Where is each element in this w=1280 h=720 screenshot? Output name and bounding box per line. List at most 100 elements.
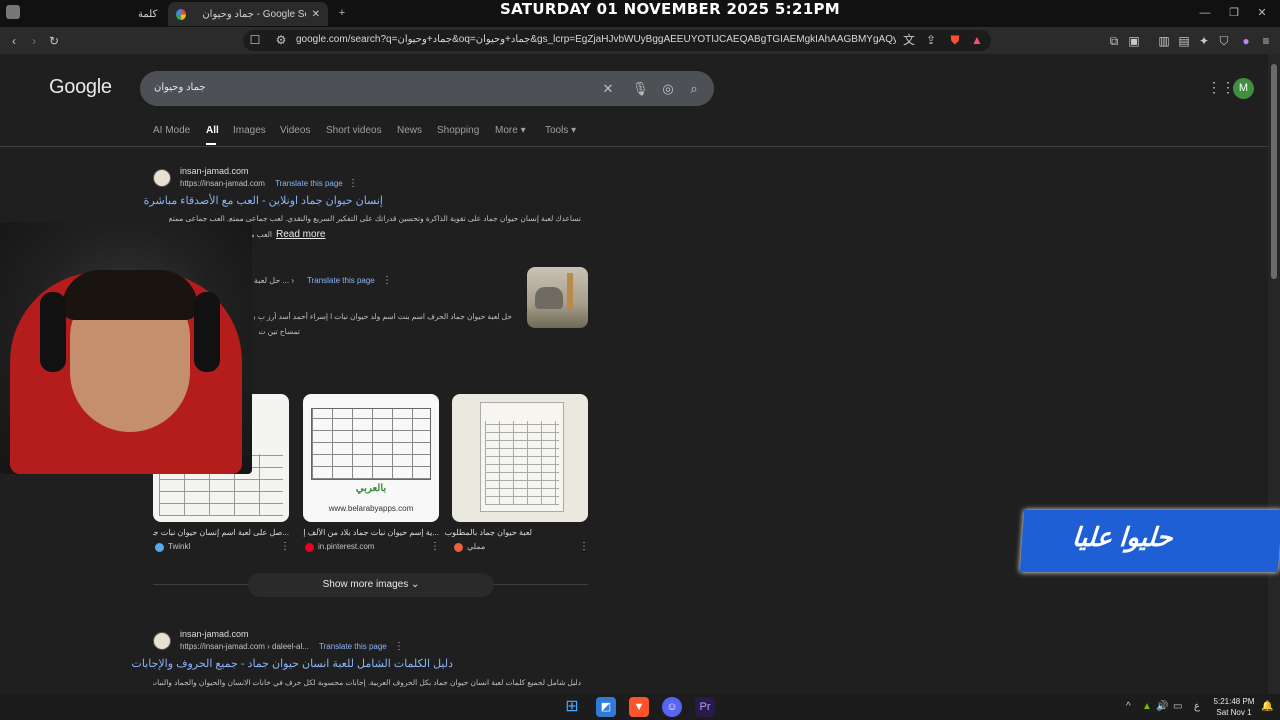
image-caption[interactable]: ...صل على لعبة اسم إنسان حيوان نبات جماد [153,528,289,537]
image-caption[interactable]: لعبة حيوان جماد بالمطلوب [445,528,532,537]
maximize-icon[interactable]: ❐ [1225,5,1243,21]
forward-icon[interactable]: › [26,33,42,49]
result-options-icon[interactable]: ⋮ [394,641,404,652]
image-source[interactable]: مملي [467,542,485,551]
tab-close-icon[interactable]: ✕ [312,9,320,20]
google-logo[interactable]: Google [49,76,112,99]
input-language[interactable]: ع [1194,701,1200,712]
result-title[interactable]: إنسان حيوان جماد اونلاين - العب مع الأصد… [144,194,383,207]
translate-link[interactable]: Translate this page [319,642,387,651]
tab-ai-mode[interactable]: AI Mode [153,125,190,136]
search-query[interactable]: جماد وحيوان [154,82,206,93]
result-url[interactable]: حل لعبة ... › [254,276,304,285]
translate-link[interactable]: Translate this page [275,179,343,188]
tab-all[interactable]: All [206,125,219,136]
watermark-url: www.belarabyapps.com [328,504,414,513]
site-info-icon[interactable]: ⚙ [273,32,289,48]
image-options-icon[interactable]: ⋮ [430,541,440,552]
browser-tab-bar: كلمة جماد وحيوان - Google Search ✕ + SAT… [0,0,1280,27]
tab-tools[interactable]: Tools ▾ [545,125,576,136]
nvidia-icon[interactable]: ▲ [1142,701,1152,712]
search-icon[interactable]: ⌕ [686,81,702,97]
lens-icon[interactable]: ◎ [660,81,676,97]
hair-shape [62,270,198,320]
reload-icon[interactable]: ↻ [46,33,62,49]
back-icon[interactable]: ‹ [6,33,22,49]
windows-start-icon[interactable]: ⊞ [562,697,582,717]
page-scrollbar[interactable] [1268,54,1280,694]
table-grid [311,408,431,480]
result-snippet-line2: تمساح تين ت [258,327,300,336]
avatar[interactable]: M [1233,78,1254,99]
bookmark-icon[interactable]: ☐ [247,32,263,48]
menu-icon[interactable]: ≡ [1258,33,1274,49]
voice-search-icon[interactable]: 🎙 [632,81,649,97]
close-window-icon[interactable]: ✕ [1253,5,1271,21]
tab-short-videos[interactable]: Short videos [326,125,382,136]
scrollbar-thumb[interactable] [1271,64,1277,279]
translate-link[interactable]: Translate this page [307,276,375,285]
tab-shopping[interactable]: Shopping [437,125,479,136]
brave-rewards-icon[interactable]: ▲ [969,32,985,48]
clear-icon[interactable]: ✕ [600,81,616,97]
address-bar[interactable]: ☐ ⚙ google.com/search?q=جماد+وحيوان&oq=ج… [243,30,991,51]
result-title[interactable]: دليل الكلمات الشامل للعبة انسان حيوان جم… [131,657,453,670]
result-options-icon[interactable]: ⋮ [348,178,358,189]
wallet-icon[interactable]: ▤ [1176,33,1192,49]
result-url[interactable]: https://insan-jamad.com [180,179,265,188]
tab-videos[interactable]: Videos [280,125,310,136]
minimize-icon[interactable]: — [1196,5,1214,21]
site-favicon-icon [153,169,171,187]
file-explorer-icon[interactable]: ◩ [596,697,616,717]
tab-more[interactable]: More ▾ [495,125,526,136]
tab-label: كلمة [138,8,158,20]
image-source[interactable]: Twinkl [168,542,190,551]
result-options-icon[interactable]: ⋮ [382,275,392,286]
result-thumbnail[interactable] [527,267,588,328]
tab-google-search[interactable]: جماد وحيوان - Google Search ✕ [168,2,328,26]
image-result-pinterest[interactable]: بالعربي www.belarabyapps.com [303,394,439,522]
extension-icon[interactable]: ● [1238,33,1254,49]
translate-icon[interactable]: 文 [901,32,917,48]
headphone-right-shape [194,292,220,372]
tab-kalima[interactable]: كلمة [130,2,170,26]
url-text[interactable]: google.com/search?q=جماد+وحيوان&oq=جماد+… [296,34,896,45]
brave-browser-icon[interactable]: ▼ [629,697,649,717]
network-icon[interactable]: ▭ [1173,701,1182,712]
result-site-name[interactable]: insan-jamad.com [180,629,249,639]
tab-more-label: More [495,125,518,136]
image-options-icon[interactable]: ⋮ [579,541,589,552]
clock-date[interactable]: Sat Nov 1 [1210,708,1258,717]
sidebar-icon[interactable]: ▥ [1156,33,1172,49]
google-apps-icon[interactable]: ⋮⋮ [1207,80,1235,94]
read-more-link[interactable]: Read more [276,229,325,240]
discord-icon[interactable]: ☺ [662,697,682,717]
tray-chevron-icon[interactable]: ^ [1126,701,1131,712]
image-options-icon[interactable]: ⋮ [280,541,290,552]
browser-menu-icon[interactable] [6,5,20,19]
headphone-left-shape [40,292,66,372]
vpn-shield-icon[interactable]: ⛉ [1216,33,1232,49]
image-result-mamli[interactable] [452,394,588,522]
result-snippet: دليل شامل لجميع كلمات لعبة انسان حيوان ج… [153,678,581,687]
premiere-pro-icon[interactable]: Pr [695,697,715,717]
result-url[interactable]: https://insan-jamad.com › daleel-al... [180,642,309,651]
speaker-icon[interactable]: 🔊 [1156,701,1168,712]
tab-news[interactable]: News [397,125,422,136]
show-more-images-button[interactable]: Show more images ⌄ [248,573,494,597]
image-caption[interactable]: ...ية إسم حيوان نبات جماد بلاد من الألف … [303,528,439,537]
new-tab-plus-icon[interactable]: + [333,5,351,21]
extensions-icon[interactable]: ⧉ [1106,33,1122,49]
result-snippet: حل لعبة حيوان جماد الحرف اسم بنت اسم ولد… [254,312,512,321]
webcam-overlay [0,222,252,474]
tab-images[interactable]: Images [233,125,266,136]
share-icon[interactable]: ⇪ [923,32,939,48]
search-input[interactable]: جماد وحيوان ✕ 🎙 ◎ ⌕ [140,71,714,106]
screenshot-icon[interactable]: ▣ [1126,33,1142,49]
leo-ai-icon[interactable]: ✦ [1196,33,1212,49]
image-source[interactable]: in.pinterest.com [318,542,374,551]
brave-shields-icon[interactable]: ⛊ [947,32,963,48]
result-site-name[interactable]: insan-jamad.com [180,166,249,176]
clock-time[interactable]: 5:21:48 PM [1210,697,1258,706]
notification-bell-icon[interactable]: 🔔 [1261,701,1273,712]
